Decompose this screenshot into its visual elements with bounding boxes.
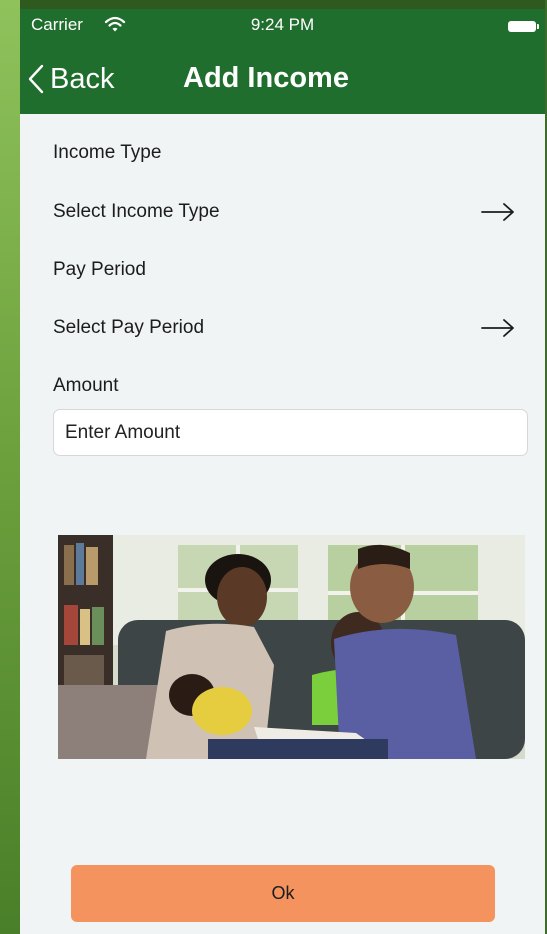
income-type-label: Income Type	[53, 142, 162, 163]
status-time: 9:24 PM	[250, 15, 315, 34]
arrow-right-icon	[481, 319, 514, 337]
battery-icon	[508, 21, 539, 32]
arrow-right-icon	[481, 203, 514, 221]
navigation-bar: Back Add Income	[20, 45, 545, 114]
select-pay-period-text: Select Pay Period	[53, 317, 205, 338]
phone-screen: Carrier 9:24 PM Back Add Income Income T…	[20, 9, 545, 934]
background-left-edge	[0, 0, 20, 934]
chevron-left-icon	[28, 64, 44, 94]
back-button[interactable]: Back	[28, 61, 114, 97]
back-label: Back	[50, 62, 115, 95]
amount-input[interactable]	[53, 409, 528, 456]
ok-button[interactable]: Ok	[71, 865, 495, 922]
status-bar: Carrier 9:24 PM	[20, 9, 545, 45]
pay-period-label: Pay Period	[53, 259, 146, 280]
select-income-type-text: Select Income Type	[53, 201, 220, 222]
family-photo-illustration	[58, 535, 525, 759]
page-title: Add Income	[183, 62, 349, 94]
select-pay-period-row[interactable]: Select Pay Period	[53, 311, 515, 345]
family-photo	[58, 535, 525, 759]
amount-label: Amount	[53, 375, 119, 396]
select-income-type-row[interactable]: Select Income Type	[53, 195, 515, 229]
